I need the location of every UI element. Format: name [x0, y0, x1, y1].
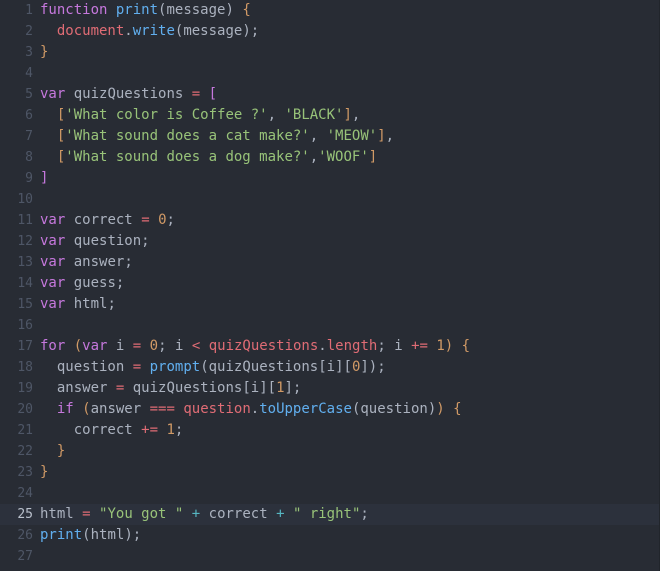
code-line-active[interactable]: 25 html = "You got " + correct + " right… — [0, 504, 659, 525]
code-line[interactable]: 12 var question; — [0, 231, 659, 252]
line-number: 22 — [17, 444, 33, 459]
code-line[interactable]: 18 question = prompt(quizQuestions[i][0]… — [0, 357, 659, 378]
line-content: document.write(message); — [56, 23, 260, 39]
line-content: var guess; — [40, 275, 125, 291]
code-line[interactable]: 20 if (answer === question.toUpperCase(q… — [0, 399, 659, 420]
code-line[interactable]: 3 } — [0, 42, 659, 63]
line-content: for (var i = 0; i < quizQuestions.length… — [40, 338, 471, 354]
line-content: var correct = 0; — [40, 212, 175, 228]
code-line[interactable]: 15 var html; — [0, 294, 659, 315]
line-content: answer = quizQuestions[i][1]; — [56, 380, 302, 396]
line-content: if (answer === question.toUpperCase(ques… — [56, 401, 462, 417]
line-number: 14 — [17, 276, 33, 291]
code-line[interactable]: 24 — [0, 483, 659, 504]
line-number: 4 — [25, 66, 33, 81]
code-line[interactable]: 2 document.write(message); — [0, 21, 659, 42]
line-number: 3 — [25, 45, 33, 60]
code-line[interactable]: 8 ['What sound does a dog make?','WOOF'] — [0, 147, 659, 168]
line-number: 12 — [17, 234, 33, 249]
code-line[interactable]: 10 — [0, 189, 659, 210]
line-content: var html; — [40, 296, 116, 312]
line-content: print(html); — [40, 527, 142, 543]
line-number: 9 — [25, 171, 33, 186]
code-line[interactable]: 17 for (var i = 0; i < quizQuestions.len… — [0, 336, 659, 357]
line-number: 15 — [17, 297, 33, 312]
code-line[interactable]: 1 function print(message) { — [0, 0, 659, 21]
line-content: } — [40, 464, 49, 480]
code-line[interactable]: 16 — [0, 315, 659, 336]
line-number: 21 — [17, 423, 33, 438]
code-line[interactable]: 6 ['What color is Coffee ?', 'BLACK'], — [0, 105, 659, 126]
line-content: var answer; — [40, 254, 133, 270]
line-number: 8 — [25, 150, 33, 165]
line-number: 17 — [17, 339, 33, 354]
line-number: 23 — [17, 465, 33, 480]
code-line[interactable]: 23 } — [0, 462, 659, 483]
line-number: 2 — [25, 24, 33, 39]
line-number-active: 25 — [17, 507, 33, 522]
line-number: 19 — [17, 381, 33, 396]
code-line[interactable]: 27 — [0, 546, 659, 567]
line-number: 1 — [25, 3, 33, 18]
line-content: question = prompt(quizQuestions[i][0]); — [56, 359, 386, 375]
line-number: 5 — [25, 87, 33, 102]
code-editor[interactable]: 1 function print(message) { 2 document.w… — [0, 0, 660, 571]
code-line[interactable]: 5 var quizQuestions = [ — [0, 84, 659, 105]
code-line[interactable]: 19 answer = quizQuestions[i][1]; — [0, 378, 659, 399]
line-content: function print(message) { — [40, 2, 251, 18]
line-content: ['What sound does a cat make?', 'MEOW'], — [56, 128, 395, 144]
code-line[interactable]: 4 — [0, 63, 659, 84]
code-line[interactable]: 13 var answer; — [0, 252, 659, 273]
line-content: ['What sound does a dog make?','WOOF'] — [56, 149, 378, 165]
code-lines-container[interactable]: 1 function print(message) { 2 document.w… — [0, 0, 659, 571]
line-number: 26 — [17, 528, 33, 543]
code-line[interactable]: 26 print(html); — [0, 525, 659, 546]
code-line[interactable]: 21 correct += 1; — [0, 420, 659, 441]
line-content: } — [40, 44, 49, 60]
line-number: 11 — [17, 213, 33, 228]
code-line[interactable]: 7 ['What sound does a cat make?', 'MEOW'… — [0, 126, 659, 147]
line-number: 7 — [25, 129, 33, 144]
line-number: 20 — [17, 402, 33, 417]
line-content: html = "You got " + correct + " right"; — [40, 506, 369, 522]
line-number: 10 — [17, 192, 33, 207]
line-content: } — [56, 443, 66, 459]
line-content: correct += 1; — [73, 422, 184, 438]
code-line[interactable]: 9 ] — [0, 168, 659, 189]
line-content: ] — [40, 170, 49, 186]
line-number: 18 — [17, 360, 33, 375]
line-number: 13 — [17, 255, 33, 270]
line-number: 24 — [17, 486, 33, 501]
line-content: var question; — [40, 233, 150, 249]
line-number: 16 — [17, 318, 33, 333]
line-content: ['What color is Coffee ?', 'BLACK'], — [56, 107, 361, 123]
code-line[interactable]: 11 var correct = 0; — [0, 210, 659, 231]
line-number: 27 — [17, 549, 33, 564]
code-line[interactable]: 14 var guess; — [0, 273, 659, 294]
line-number: 6 — [25, 108, 33, 123]
code-line[interactable]: 22 } — [0, 441, 659, 462]
line-content: var quizQuestions = [ — [40, 86, 218, 102]
